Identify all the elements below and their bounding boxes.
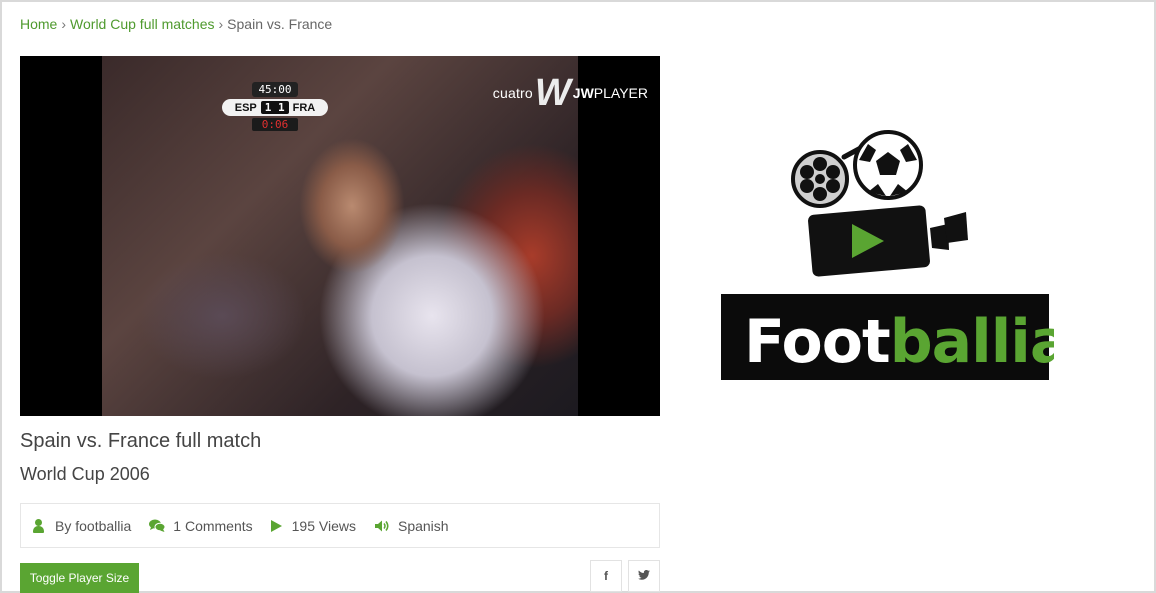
player-brand: PLAYER bbox=[593, 85, 648, 101]
match-score: 1 1 bbox=[260, 101, 289, 114]
volume-icon bbox=[374, 519, 390, 533]
logo-text-white: Foot bbox=[744, 307, 890, 377]
film-reel-icon bbox=[791, 150, 849, 208]
logo-text-green: ballia bbox=[890, 307, 1054, 377]
football-icon bbox=[853, 130, 923, 200]
breadcrumb-current: Spain vs. France bbox=[227, 16, 333, 32]
video-player[interactable]: 45:00 ESP 1 1 FRA 0:06 cuatro W JW PLAYER bbox=[20, 56, 660, 416]
user-icon bbox=[31, 518, 47, 533]
meta-language: Spanish bbox=[374, 518, 449, 534]
channel-logo: cuatro bbox=[492, 85, 533, 101]
jw-brand: JW bbox=[572, 85, 594, 101]
home-team: ESP bbox=[234, 101, 257, 114]
twitter-icon bbox=[638, 569, 650, 583]
breadcrumb: Home › World Cup full matches › Spain vs. Fr… bbox=[20, 16, 332, 32]
away-team: FRA bbox=[292, 101, 316, 114]
breadcrumb-home-link[interactable]: Home bbox=[20, 16, 57, 32]
added-time: 0:06 bbox=[252, 118, 298, 131]
channel-w-glyph: W bbox=[534, 72, 571, 114]
breadcrumb-separator: › bbox=[61, 16, 67, 32]
meta-views: 195 Views bbox=[270, 517, 356, 534]
video-subtitle: World Cup 2006 bbox=[20, 464, 150, 484]
author-label: By footballia bbox=[55, 517, 132, 534]
facebook-share-button[interactable]: f bbox=[590, 560, 622, 592]
svg-text:Footballia: Footballia bbox=[744, 307, 1054, 377]
video-frame[interactable]: 45:00 ESP 1 1 FRA 0:06 bbox=[102, 56, 578, 416]
comments-icon bbox=[149, 519, 166, 533]
meta-comments[interactable]: 1 Comments bbox=[149, 517, 253, 534]
breadcrumb-separator: › bbox=[218, 16, 224, 32]
language-label: Spanish bbox=[397, 517, 449, 534]
twitter-share-button[interactable] bbox=[628, 560, 660, 592]
camera-play-icon bbox=[808, 205, 968, 277]
breadcrumb-category-link[interactable]: World Cup full matches bbox=[70, 16, 214, 32]
jwplayer-watermark: cuatro W JW PLAYER bbox=[492, 72, 648, 114]
play-icon bbox=[270, 519, 282, 532]
toggle-player-size-button[interactable]: Toggle Player Size bbox=[20, 563, 139, 593]
video-title: Spain vs. France full match bbox=[20, 430, 262, 452]
match-clock: 45:00 bbox=[252, 82, 298, 97]
page-frame: Home › World Cup full matches › Spain vs. Fr… bbox=[0, 0, 1156, 593]
views-label: 195 Views bbox=[291, 517, 356, 534]
footballia-logo[interactable]: Footballia bbox=[718, 122, 1070, 384]
facebook-icon: f bbox=[604, 569, 608, 583]
scoreboard-overlay: 45:00 ESP 1 1 FRA 0:06 bbox=[222, 82, 328, 131]
score-row: ESP 1 1 FRA bbox=[222, 99, 328, 116]
comments-label: 1 Comments bbox=[173, 517, 253, 534]
meta-author[interactable]: By footballia bbox=[31, 518, 131, 534]
video-meta-bar: By footballia 1 Comments 195 Views Spani… bbox=[20, 503, 660, 548]
